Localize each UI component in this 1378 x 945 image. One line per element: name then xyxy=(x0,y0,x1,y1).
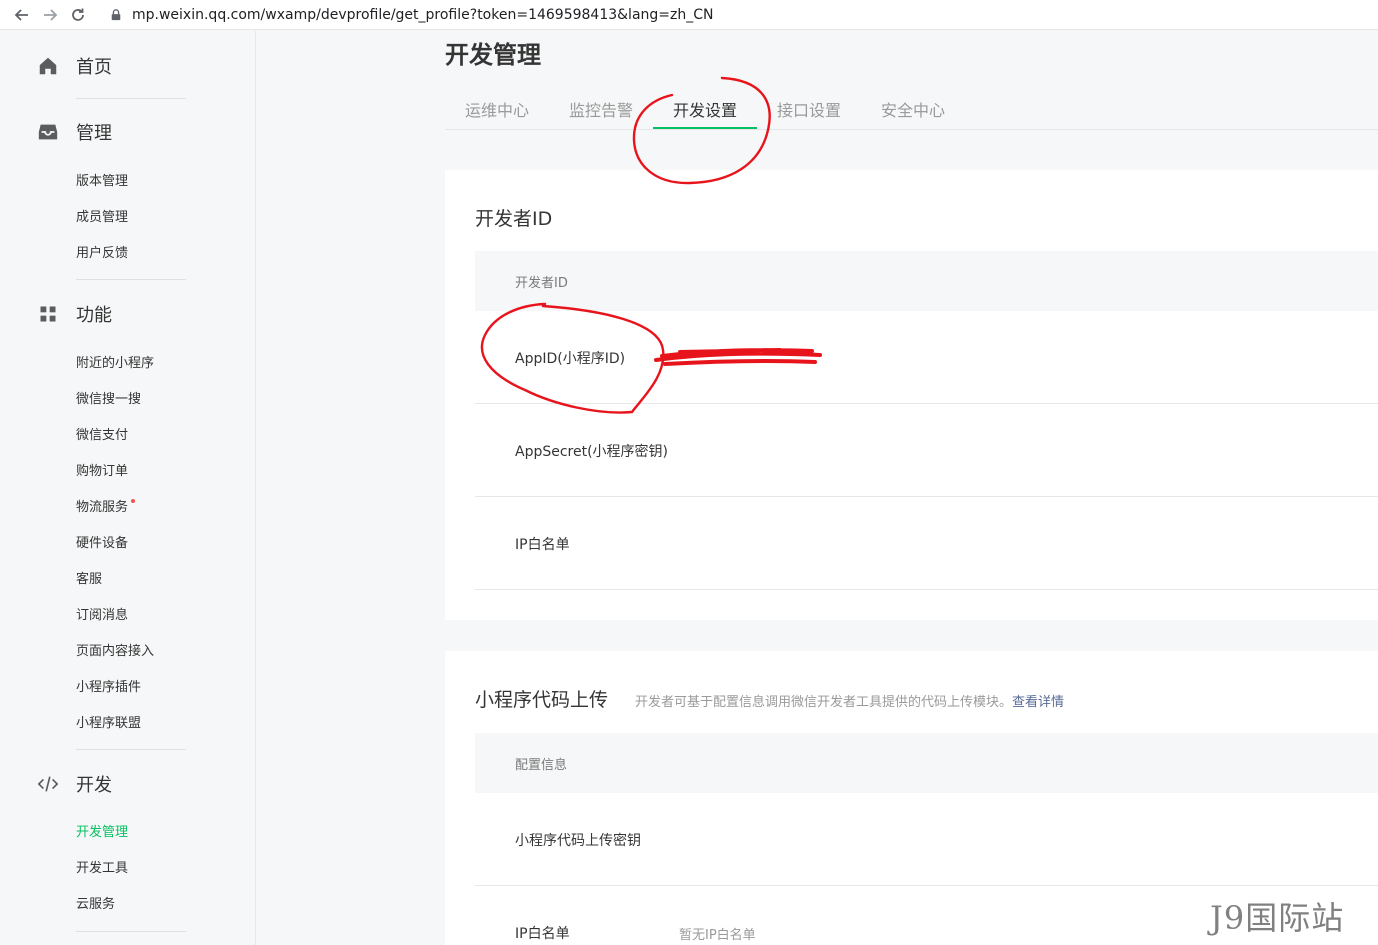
table-row: AppID(小程序ID) xyxy=(475,311,1378,404)
code-icon xyxy=(36,772,60,796)
grid-icon xyxy=(36,302,60,326)
sidebar-item-cloud[interactable]: 云服务 xyxy=(76,896,115,914)
table-header: 配置信息 xyxy=(475,733,1378,793)
main-content: 开发管理 运维中心 监控告警 开发设置 接口设置 安全中心 开发者ID 开发者I… xyxy=(257,31,1378,945)
developer-id-card: 开发者ID 开发者ID AppID(小程序ID) AppSecret(小程序密钥… xyxy=(445,170,1378,620)
page-title: 开发管理 xyxy=(445,41,541,69)
sidebar-group-home[interactable]: 首页 xyxy=(36,54,112,78)
sidebar-item-nearby[interactable]: 附近的小程序 xyxy=(76,355,154,373)
watermark: J9国际站 xyxy=(1210,899,1345,937)
sidebar-item-pay[interactable]: 微信支付 xyxy=(76,427,128,445)
card-title: 小程序代码上传 xyxy=(475,689,609,711)
sidebar-item-alliance[interactable]: 小程序联盟 xyxy=(76,715,141,733)
sidebar-item-hardware[interactable]: 硬件设备 xyxy=(76,535,128,553)
sidebar-item-dev-manage[interactable]: 开发管理 xyxy=(76,824,128,842)
reload-icon[interactable] xyxy=(64,1,92,29)
card-title: 开发者ID xyxy=(475,208,553,230)
view-details-link[interactable]: 查看详情 xyxy=(1012,695,1064,710)
tab-security[interactable]: 安全中心 xyxy=(881,97,945,121)
tab-api-settings[interactable]: 接口设置 xyxy=(777,97,841,121)
sidebar: 首页 管理 版本管理 成员管理 用户反馈 功能 附近的小程序 微信搜一搜 微信支… xyxy=(0,31,256,945)
sidebar-group-manage[interactable]: 管理 xyxy=(36,120,112,144)
sidebar-item-subscribe[interactable]: 订阅消息 xyxy=(76,607,128,625)
sidebar-item-service[interactable]: 客服 xyxy=(76,571,102,589)
card-description-text: 开发者可基于配置信息调用微信开发者工具提供的代码上传模块。 xyxy=(635,695,1013,710)
sidebar-group-features[interactable]: 功能 xyxy=(36,302,112,326)
upload-ip-whitelist-label: IP白名单 xyxy=(515,926,570,942)
sidebar-group-title: 开发 xyxy=(76,775,112,796)
appsecret-label: AppSecret(小程序密钥) xyxy=(515,444,669,460)
upload-key-label: 小程序代码上传密钥 xyxy=(515,833,641,849)
sidebar-item-orders[interactable]: 购物订单 xyxy=(76,463,128,481)
sidebar-group-dev[interactable]: 开发 xyxy=(36,772,112,796)
table-header-label: 开发者ID xyxy=(515,276,568,291)
table-row: 小程序代码上传密钥 xyxy=(475,793,1378,886)
table-header: 开发者ID xyxy=(475,251,1378,311)
sidebar-divider xyxy=(76,931,186,932)
table-header-label: 配置信息 xyxy=(515,758,568,773)
sidebar-item-version[interactable]: 版本管理 xyxy=(76,173,128,191)
lock-icon[interactable] xyxy=(110,8,124,22)
sidebar-item-search[interactable]: 微信搜一搜 xyxy=(76,391,141,409)
appid-label: AppID(小程序ID) xyxy=(515,351,626,367)
card-description: 开发者可基于配置信息调用微信开发者工具提供的代码上传模块。查看详情 xyxy=(635,691,1064,710)
upload-ip-whitelist-value: 暂无IP白名单 xyxy=(679,928,756,943)
sidebar-item-label: 物流服务 xyxy=(76,500,129,515)
table-row: AppSecret(小程序密钥) xyxy=(475,404,1378,497)
sidebar-item-logistics[interactable]: 物流服务 xyxy=(76,499,136,517)
forward-icon[interactable] xyxy=(36,1,64,29)
sidebar-divider xyxy=(76,98,186,99)
home-icon xyxy=(36,54,60,78)
notification-dot xyxy=(131,499,136,503)
table-row: IP白名单 xyxy=(475,497,1378,590)
sidebar-item-dev-tools[interactable]: 开发工具 xyxy=(76,860,128,878)
tab-bar: 运维中心 监控告警 开发设置 接口设置 安全中心 xyxy=(445,95,1378,130)
back-icon[interactable] xyxy=(8,1,36,29)
sidebar-item-plugin[interactable]: 小程序插件 xyxy=(76,679,141,697)
tab-dev-settings[interactable]: 开发设置 xyxy=(673,97,737,121)
sidebar-group-title: 管理 xyxy=(76,123,112,144)
sidebar-group-title: 功能 xyxy=(76,305,112,326)
inbox-icon xyxy=(36,120,60,144)
browser-address-bar: mp.weixin.qq.com/wxamp/devprofile/get_pr… xyxy=(0,0,1378,30)
sidebar-item-members[interactable]: 成员管理 xyxy=(76,209,128,227)
sidebar-item-content[interactable]: 页面内容接入 xyxy=(76,643,154,661)
active-tab-indicator xyxy=(653,127,757,129)
url-text[interactable]: mp.weixin.qq.com/wxamp/devprofile/get_pr… xyxy=(132,7,714,23)
ip-whitelist-label: IP白名单 xyxy=(515,537,570,553)
tab-monitor[interactable]: 监控告警 xyxy=(569,97,633,121)
sidebar-divider xyxy=(76,279,186,280)
sidebar-group-title: 首页 xyxy=(76,57,112,78)
sidebar-item-feedback[interactable]: 用户反馈 xyxy=(76,245,128,263)
tab-ops[interactable]: 运维中心 xyxy=(465,97,529,121)
sidebar-divider xyxy=(76,749,186,750)
